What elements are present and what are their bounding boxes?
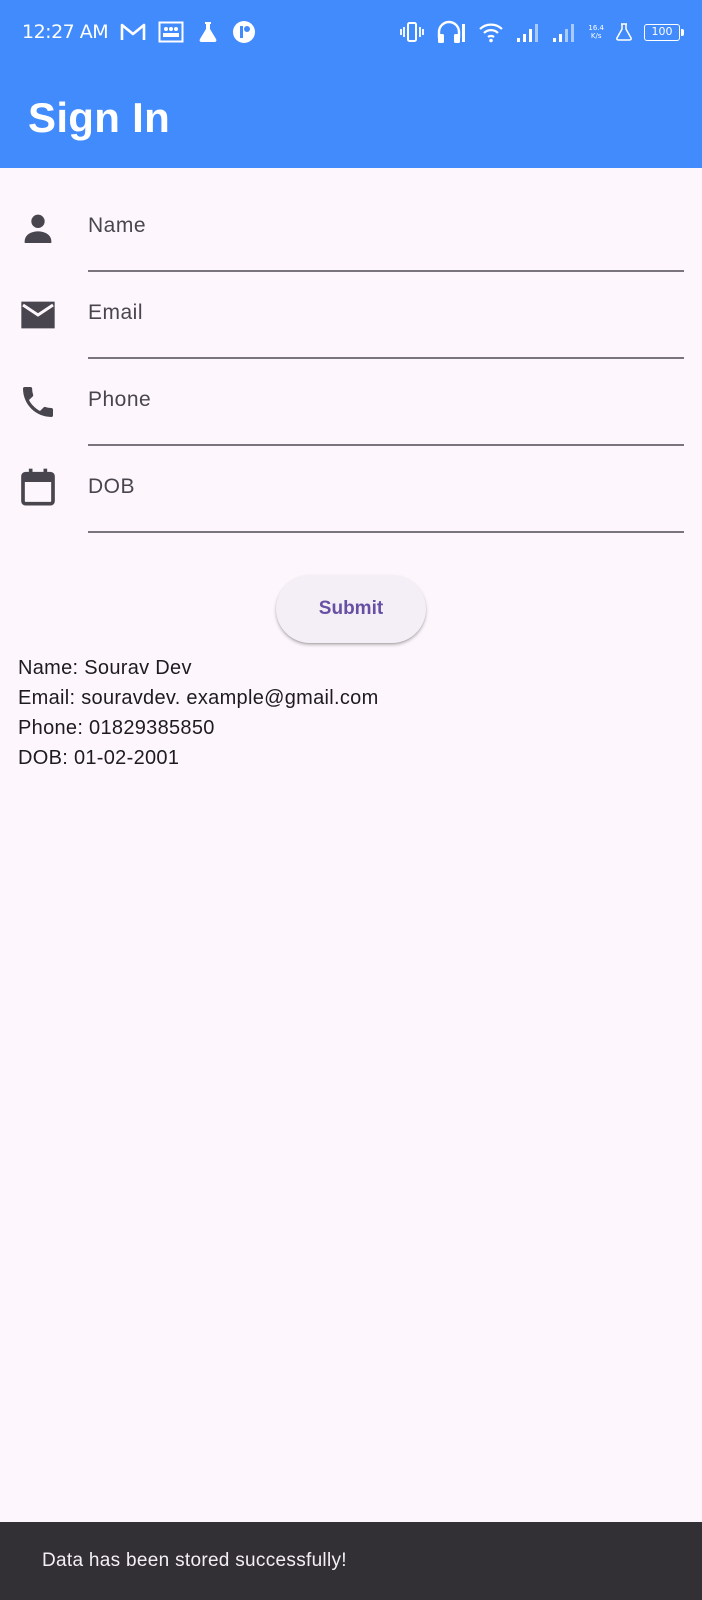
flask-icon xyxy=(199,22,217,42)
dob-underline xyxy=(88,531,684,533)
page-title: Sign In xyxy=(28,94,171,141)
phone-field[interactable]: Phone xyxy=(0,356,702,446)
name-label: Name xyxy=(88,214,147,237)
signal-icon xyxy=(517,24,539,42)
submitted-info: Name: Sourav Dev Email: souravdev. examp… xyxy=(18,653,379,773)
vibrate-icon xyxy=(400,22,425,42)
output-dob: DOB: 01-02-2001 xyxy=(18,747,180,769)
output-phone: Phone: 01829385850 xyxy=(18,717,215,739)
person-icon xyxy=(24,214,52,243)
email-icon xyxy=(21,301,55,329)
phone-label: Phone xyxy=(88,388,152,411)
app-bar: 12:27 AM 16.4 K/s 100 Sign In xyxy=(0,0,702,168)
network-speed: 16.4 K/s xyxy=(588,24,604,40)
gallery-icon xyxy=(158,21,184,43)
dob-label: DOB xyxy=(88,475,136,498)
submit-button[interactable]: Submit xyxy=(276,575,426,643)
snackbar-message: Data has been stored successfully! xyxy=(42,1550,347,1571)
status-time: 12:27 AM xyxy=(22,21,109,43)
app-icon xyxy=(233,21,256,43)
snackbar: Data has been stored successfully! xyxy=(0,1522,702,1600)
email-field[interactable]: Email xyxy=(0,269,702,359)
battery-icon: 100 xyxy=(644,23,684,41)
name-field[interactable]: Name xyxy=(0,182,702,272)
status-bar: 12:27 AM 16.4 K/s 100 xyxy=(0,0,702,64)
email-label: Email xyxy=(88,301,144,324)
phone-icon xyxy=(23,387,53,417)
output-name: Name: Sourav Dev xyxy=(18,657,192,679)
wifi-icon xyxy=(479,23,504,43)
calendar-icon xyxy=(21,468,55,506)
output-email: Email: souravdev. example@gmail.com xyxy=(18,687,379,709)
headphones-icon xyxy=(438,20,466,43)
flask-icon xyxy=(616,23,632,41)
gmail-icon xyxy=(120,23,146,40)
signal-icon xyxy=(553,24,575,42)
dob-field[interactable]: DOB xyxy=(0,443,702,533)
